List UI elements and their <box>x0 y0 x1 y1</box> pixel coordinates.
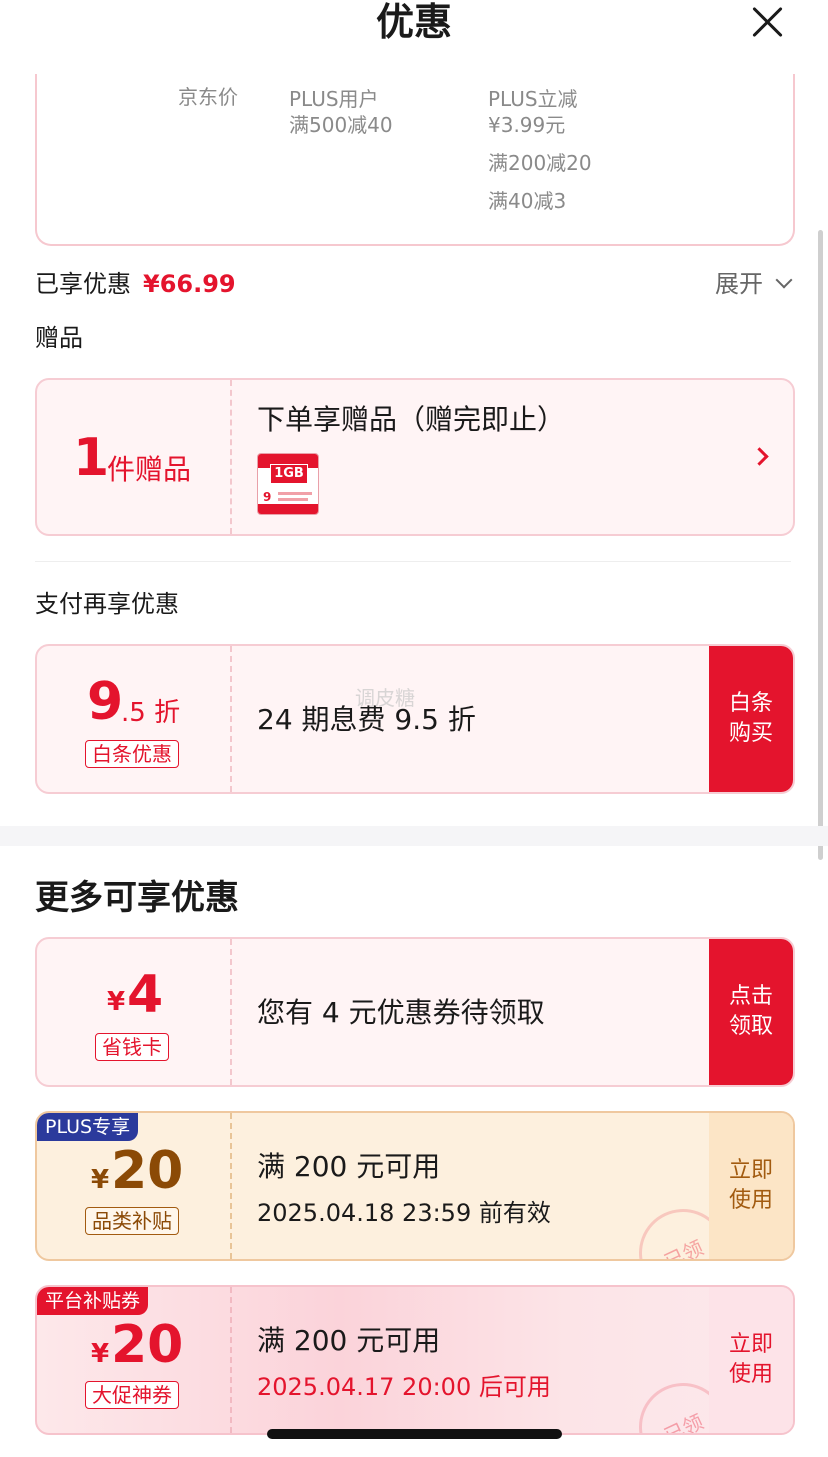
saved-label: 已享优惠 <box>35 270 131 298</box>
expand-button[interactable]: 展开 <box>715 268 763 300</box>
offer-200-20: 满200减20 <box>488 151 592 175</box>
plus-discount-value: ¥3.99元 <box>488 113 566 137</box>
plus-user-label: PLUS用户 <box>289 87 379 111</box>
scrollbar[interactable] <box>818 230 823 860</box>
gift-count: 1 <box>73 428 110 488</box>
coupon-tag: 省钱卡 <box>95 1033 169 1061</box>
gift-title: 下单享赠品（赠完即止） <box>257 403 566 436</box>
claim-button[interactable]: 点击领取 <box>709 939 793 1085</box>
plus-user-offer: 满500减40 <box>289 113 393 137</box>
platform-ribbon: 平台补贴券 <box>37 1287 149 1315</box>
discount-main: 9 <box>87 672 124 732</box>
use-now-button[interactable]: 立即使用 <box>709 1113 793 1259</box>
coupon-title: 满 200 元可用 <box>257 1150 441 1183</box>
currency-symbol: ¥ <box>91 1339 110 1369</box>
coupon-card-plus[interactable]: PLUS专享 ¥ 20 品类补贴 满 200 元可用 2025.04.18 23… <box>35 1111 795 1261</box>
close-icon[interactable] <box>750 4 786 40</box>
offer-40-3: 满40减3 <box>488 189 567 213</box>
coupon-tag: 大促神券 <box>85 1381 179 1409</box>
coupon-amount: 20 <box>111 1141 184 1201</box>
coupon-card-platform[interactable]: 平台补贴券 ¥ 20 大促神券 满 200 元可用 2025.04.17 20:… <box>35 1285 795 1435</box>
plus-discount-label: PLUS立减 <box>488 87 578 111</box>
gift-image[interactable]: 1GB 9 <box>257 453 319 515</box>
baitiao-buy-button[interactable]: 白条购买 <box>709 646 793 792</box>
discount-sub: .5 折 <box>121 698 181 728</box>
coupon-tag: 品类补贴 <box>85 1207 179 1235</box>
use-now-button[interactable]: 立即使用 <box>709 1287 793 1433</box>
section-gap <box>0 826 828 846</box>
gift-card[interactable]: 1 件赠品 下单享赠品（赠完即止） 1GB 9 <box>35 378 795 536</box>
baitiao-tag: 白条优惠 <box>85 740 179 768</box>
coupon-title: 您有 4 元优惠券待领取 <box>257 996 545 1029</box>
more-offers-title: 更多可享优惠 <box>35 878 239 918</box>
coupon-validity: 2025.04.18 23:59 前有效 <box>257 1199 551 1227</box>
chevron-right-icon[interactable] <box>750 447 769 466</box>
coupon-amount: 4 <box>127 965 164 1025</box>
price-table: 京东价 PLUS用户 满500减40 PLUS立减 ¥3.99元 满200减20… <box>35 50 795 246</box>
watermark: 调皮糖 <box>355 686 415 710</box>
saved-amount: ¥66.99 <box>143 270 236 298</box>
divider <box>35 561 791 562</box>
currency-symbol: ¥ <box>91 1165 110 1195</box>
payment-section-label: 支付再享优惠 <box>35 590 179 618</box>
home-indicator <box>267 1429 562 1439</box>
coupon-card-savings[interactable]: ¥ 4 省钱卡 您有 4 元优惠券待领取 点击领取 <box>35 937 795 1087</box>
currency-symbol: ¥ <box>107 987 126 1017</box>
coupon-validity: 2025.04.17 20:00 后可用 <box>257 1373 551 1401</box>
gift-section-label: 赠品 <box>35 324 83 352</box>
plus-ribbon: PLUS专享 <box>37 1113 139 1141</box>
divider <box>230 939 232 1085</box>
divider <box>230 646 232 792</box>
baitiao-card[interactable]: 9 .5 折 白条优惠 24 期息费 9.5 折 调皮糖 白条购买 <box>35 644 795 794</box>
divider <box>230 380 232 534</box>
jd-price-label: 京东价 <box>178 85 238 109</box>
divider <box>230 1287 232 1433</box>
gift-count-unit: 件赠品 <box>107 453 192 486</box>
chevron-down-icon[interactable] <box>775 271 793 289</box>
page-title: 优惠 <box>375 0 452 44</box>
gift-image-label: 1GB <box>270 464 308 484</box>
coupon-amount: 20 <box>111 1315 184 1375</box>
coupon-title: 满 200 元可用 <box>257 1324 441 1357</box>
divider <box>230 1113 232 1259</box>
header: 优惠 <box>0 0 828 74</box>
